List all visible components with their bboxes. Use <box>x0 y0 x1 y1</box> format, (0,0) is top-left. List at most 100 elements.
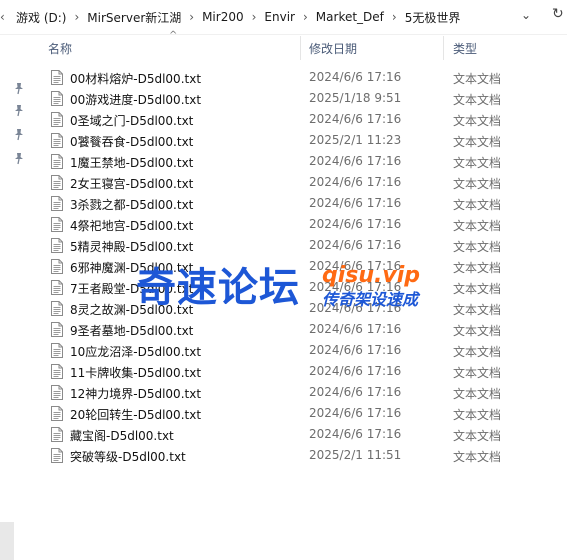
text-file-icon <box>51 385 63 400</box>
table-row[interactable]: 5精灵神殿-D5dl00.txt 2024/6/6 17:16 文本文档 <box>45 236 565 257</box>
table-row[interactable]: 3杀戮之都-D5dl00.txt 2024/6/6 17:16 文本文档 <box>45 194 565 215</box>
table-row[interactable]: 8灵之故渊-D5dl00.txt 2024/6/6 17:16 文本文档 <box>45 299 565 320</box>
file-type: 文本文档 <box>453 303 502 317</box>
pin-icon[interactable] <box>12 82 26 96</box>
file-name: 8灵之故渊-D5dl00.txt <box>70 303 194 317</box>
file-name: 00游戏进度-D5dl00.txt <box>70 93 202 107</box>
pin-icon[interactable] <box>12 128 26 142</box>
scrollbar[interactable] <box>0 522 14 560</box>
file-name: 9圣者墓地-D5dl00.txt <box>70 324 194 338</box>
file-date: 2024/6/6 17:16 <box>309 322 402 336</box>
file-date: 2024/6/6 17:16 <box>309 196 402 210</box>
file-name: 5精灵神殿-D5dl00.txt <box>70 240 194 254</box>
file-type: 文本文档 <box>453 177 502 191</box>
file-name: 0饕餮吞食-D5dl00.txt <box>70 135 194 149</box>
file-type: 文本文档 <box>453 408 502 422</box>
column-divider[interactable] <box>443 36 444 60</box>
table-row[interactable]: 藏宝阁-D5dl00.txt 2024/6/6 17:16 文本文档 <box>45 425 565 446</box>
table-row[interactable]: 9圣者墓地-D5dl00.txt 2024/6/6 17:16 文本文档 <box>45 320 565 341</box>
address-bar[interactable]: ‹ 游戏 (D:) › MirServer新江湖 › Mir200 › Envi… <box>0 0 567 35</box>
column-divider[interactable] <box>300 36 301 60</box>
text-file-icon <box>51 175 63 190</box>
text-file-icon <box>51 70 63 85</box>
table-row[interactable]: 10应龙沼泽-D5dl00.txt 2024/6/6 17:16 文本文档 <box>45 341 565 362</box>
table-row[interactable]: 2女王寝宫-D5dl00.txt 2024/6/6 17:16 文本文档 <box>45 173 565 194</box>
file-type: 文本文档 <box>453 387 502 401</box>
table-row[interactable]: 4祭祀地宫-D5dl00.txt 2024/6/6 17:16 文本文档 <box>45 215 565 236</box>
chevron-down-icon[interactable]: ⌄ <box>521 8 531 22</box>
file-date: 2024/6/6 17:16 <box>309 238 402 252</box>
file-date: 2024/6/6 17:16 <box>309 385 402 399</box>
file-type: 文本文档 <box>453 261 502 275</box>
text-file-icon <box>51 322 63 337</box>
file-name: 3杀戮之都-D5dl00.txt <box>70 198 194 212</box>
file-type: 文本文档 <box>453 219 502 233</box>
table-row[interactable]: 00材料熔炉-D5dl00.txt 2024/6/6 17:16 文本文档 <box>45 68 565 89</box>
table-row[interactable]: 1魔王禁地-D5dl00.txt 2024/6/6 17:16 文本文档 <box>45 152 565 173</box>
column-header-type[interactable]: 类型 <box>453 34 477 62</box>
breadcrumb-item-envir[interactable]: Envir <box>262 10 297 24</box>
refresh-icon[interactable]: ↻ <box>552 6 564 22</box>
file-type: 文本文档 <box>453 93 502 107</box>
table-row[interactable]: 6邪神魔渊-D5dl00.txt 2024/6/6 17:16 文本文档 <box>45 257 565 278</box>
breadcrumb-item-current[interactable]: 5无极世界 <box>403 9 463 26</box>
table-row[interactable]: 12神力境界-D5dl00.txt 2024/6/6 17:16 文本文档 <box>45 383 565 404</box>
file-name: 突破等级-D5dl00.txt <box>70 450 186 464</box>
file-type: 文本文档 <box>453 198 502 212</box>
file-type: 文本文档 <box>453 366 502 380</box>
breadcrumb: 游戏 (D:) › MirServer新江湖 › Mir200 › Envir … <box>0 0 462 34</box>
file-name: 12神力境界-D5dl00.txt <box>70 387 202 401</box>
file-date: 2024/6/6 17:16 <box>309 301 402 315</box>
text-file-icon <box>51 259 63 274</box>
file-name: 藏宝阁-D5dl00.txt <box>70 429 174 443</box>
column-header-name-label: 名称 <box>48 41 73 56</box>
file-type: 文本文档 <box>453 429 502 443</box>
chevron-right-icon[interactable]: › <box>246 10 263 24</box>
table-row[interactable]: 00游戏进度-D5dl00.txt 2025/1/18 9:51 文本文档 <box>45 89 565 110</box>
file-date: 2024/6/6 17:16 <box>309 217 402 231</box>
chevron-right-icon[interactable]: › <box>183 10 200 24</box>
file-name: 11卡牌收集-D5dl00.txt <box>70 366 202 380</box>
table-row[interactable]: 0圣域之门-D5dl00.txt 2024/6/6 17:16 文本文档 <box>45 110 565 131</box>
file-name: 6邪神魔渊-D5dl00.txt <box>70 261 194 275</box>
file-type: 文本文档 <box>453 282 502 296</box>
file-date: 2024/6/6 17:16 <box>309 175 402 189</box>
column-header-type-label: 类型 <box>453 41 478 56</box>
file-date: 2024/6/6 17:16 <box>309 112 402 126</box>
table-row[interactable]: 0饕餮吞食-D5dl00.txt 2025/2/1 11:23 文本文档 <box>45 131 565 152</box>
breadcrumb-item-drive[interactable]: 游戏 (D:) <box>14 9 68 26</box>
text-file-icon <box>51 154 63 169</box>
table-row[interactable]: 11卡牌收集-D5dl00.txt 2024/6/6 17:16 文本文档 <box>45 362 565 383</box>
chevron-right-icon[interactable]: › <box>68 10 85 24</box>
file-name: 10应龙沼泽-D5dl00.txt <box>70 345 202 359</box>
table-row[interactable]: 7王者殿堂-D5dl00.txt 2024/6/6 17:16 文本文档 <box>45 278 565 299</box>
table-row[interactable]: 突破等级-D5dl00.txt 2025/2/1 11:51 文本文档 <box>45 446 565 467</box>
text-file-icon <box>51 343 63 358</box>
table-row[interactable]: 20轮回转生-D5dl00.txt 2024/6/6 17:16 文本文档 <box>45 404 565 425</box>
file-name: 2女王寝宫-D5dl00.txt <box>70 177 194 191</box>
file-type: 文本文档 <box>453 240 502 254</box>
pin-icon[interactable] <box>12 152 26 166</box>
file-date: 2024/6/6 17:16 <box>309 406 402 420</box>
file-name: 20轮回转生-D5dl00.txt <box>70 408 202 422</box>
file-date: 2025/2/1 11:51 <box>309 448 402 462</box>
column-header-date[interactable]: 修改日期 <box>309 34 357 62</box>
breadcrumb-item-mir200[interactable]: Mir200 <box>200 10 246 24</box>
text-file-icon <box>51 406 63 421</box>
file-date: 2024/6/6 17:16 <box>309 343 402 357</box>
file-type: 文本文档 <box>453 156 502 170</box>
breadcrumb-item-mirserver[interactable]: MirServer新江湖 <box>85 9 183 26</box>
text-file-icon <box>51 301 63 316</box>
file-name: 7王者殿堂-D5dl00.txt <box>70 282 194 296</box>
pin-icon[interactable] <box>12 104 26 118</box>
breadcrumb-item-market-def[interactable]: Market_Def <box>314 10 386 24</box>
column-header-name[interactable]: 名称 <box>48 34 72 62</box>
column-header-date-label: 修改日期 <box>309 41 358 56</box>
chevron-right-icon[interactable]: › <box>297 10 314 24</box>
file-date: 2024/6/6 17:16 <box>309 259 402 273</box>
file-type: 文本文档 <box>453 450 502 464</box>
chevron-right-icon[interactable]: › <box>386 10 403 24</box>
file-date: 2024/6/6 17:16 <box>309 280 402 294</box>
text-file-icon <box>51 217 63 232</box>
file-name: 1魔王禁地-D5dl00.txt <box>70 156 194 170</box>
